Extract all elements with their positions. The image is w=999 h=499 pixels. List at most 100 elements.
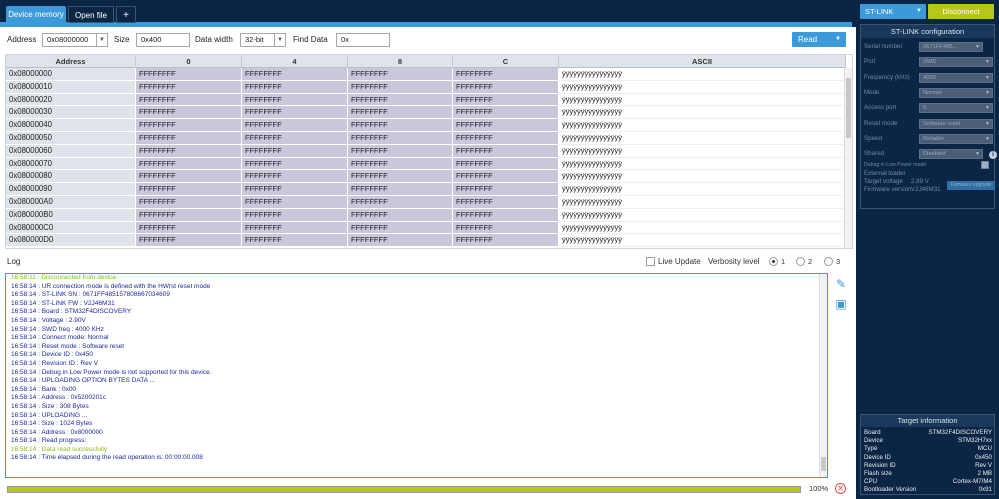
memory-cell[interactable]: FFFFFFFF (348, 131, 453, 145)
memory-cell[interactable]: FFFFFFFF (136, 131, 242, 145)
debug-low-power-checkbox[interactable] (981, 161, 989, 169)
size-input[interactable]: 0x400 (136, 33, 190, 47)
memory-cell[interactable]: FFFFFFFF (453, 221, 559, 235)
memory-cell[interactable]: FFFFFFFF (136, 68, 242, 81)
read-button[interactable]: Read ▼ (792, 32, 846, 47)
memory-cell[interactable]: FFFFFFFF (453, 195, 559, 209)
memory-cell[interactable]: FFFFFFFF (242, 170, 348, 184)
memory-cell[interactable]: FFFFFFFF (453, 68, 559, 81)
config-select[interactable]: 0 ▼ (919, 103, 993, 114)
radio-selected-icon[interactable] (769, 257, 778, 266)
interface-select[interactable]: ST-LINK ▼ (860, 4, 926, 19)
memory-cell[interactable]: FFFFFFFF (136, 221, 242, 235)
chevron-down-icon[interactable]: ▼ (975, 43, 980, 51)
clear-log-icon[interactable]: ✎ (834, 277, 848, 291)
memory-cell[interactable]: FFFFFFFF (242, 195, 348, 209)
memory-cell[interactable]: FFFFFFFF (136, 119, 242, 132)
tab-device-memory[interactable]: Device memory (6, 6, 66, 23)
log-scrollbar[interactable] (819, 274, 827, 477)
config-select[interactable]: 0671FF485... ▼ (919, 42, 983, 52)
chevron-down-icon[interactable]: ▼ (96, 34, 107, 46)
memory-cell[interactable]: FFFFFFFF (136, 157, 242, 171)
memory-cell[interactable]: FFFFFFFF (242, 80, 348, 94)
chevron-down-icon[interactable]: ▼ (835, 32, 841, 47)
memory-cell[interactable]: FFFFFFFF (453, 144, 559, 158)
memory-cell[interactable]: FFFFFFFF (348, 234, 453, 248)
memory-cell[interactable]: FFFFFFFF (136, 183, 242, 196)
chevron-down-icon[interactable]: ▼ (985, 89, 990, 97)
memory-cell[interactable]: FFFFFFFF (136, 80, 242, 94)
verbosity-radio-3[interactable]: 3 (824, 257, 840, 266)
memory-cell[interactable]: FFFFFFFF (453, 183, 559, 196)
memory-cell[interactable]: FFFFFFFF (136, 106, 242, 120)
memory-cell[interactable]: FFFFFFFF (242, 234, 348, 248)
memory-cell[interactable]: FFFFFFFF (348, 183, 453, 196)
memory-cell[interactable]: FFFFFFFF (136, 195, 242, 209)
memory-cell[interactable]: FFFFFFFF (348, 68, 453, 81)
scrollbar-thumb[interactable] (821, 457, 826, 471)
memory-cell[interactable]: FFFFFFFF (348, 170, 453, 184)
memory-cell[interactable]: FFFFFFFF (453, 131, 559, 145)
memory-cell[interactable]: FFFFFFFF (242, 208, 348, 222)
config-select[interactable]: Disabled ▼ (919, 149, 983, 160)
chevron-down-icon[interactable]: ▼ (975, 150, 980, 158)
memory-cell[interactable]: FFFFFFFF (453, 170, 559, 184)
memory-cell[interactable]: FFFFFFFF (242, 106, 348, 120)
memory-cell[interactable]: FFFFFFFF (453, 234, 559, 248)
memory-cell[interactable]: FFFFFFFF (453, 119, 559, 132)
memory-cell[interactable]: FFFFFFFF (242, 131, 348, 145)
table-scrollbar[interactable] (844, 68, 852, 248)
log-output[interactable]: 16:58:11 : Disconnected from device. 16:5… (5, 273, 828, 478)
firmware-upgrade-button[interactable]: Firmware upgrade (947, 181, 995, 190)
disconnect-button[interactable]: Disconnect (928, 4, 994, 19)
live-update-toggle[interactable]: Live Update (646, 257, 701, 266)
memory-cell[interactable]: FFFFFFFF (453, 93, 559, 107)
memory-cell[interactable]: FFFFFFFF (242, 221, 348, 235)
add-tab-button[interactable]: + (116, 6, 136, 23)
address-combo[interactable]: 0x08000000 ▼ (42, 33, 108, 47)
chevron-down-icon[interactable]: ▼ (985, 104, 990, 112)
memory-cell[interactable]: FFFFFFFF (348, 144, 453, 158)
memory-cell[interactable]: FFFFFFFF (136, 234, 242, 248)
info-icon[interactable]: i (989, 151, 997, 159)
memory-cell[interactable]: FFFFFFFF (242, 183, 348, 196)
config-select[interactable]: Reliable ▼ (919, 133, 993, 144)
save-log-icon[interactable]: ▣ (834, 297, 848, 311)
tab-open-file[interactable]: Open file (68, 6, 114, 23)
config-select[interactable]: Normal ▼ (919, 87, 993, 98)
memory-cell[interactable]: FFFFFFFF (242, 157, 348, 171)
memory-cell[interactable]: FFFFFFFF (453, 208, 559, 222)
config-select[interactable]: 4000 ▼ (919, 72, 993, 83)
memory-cell[interactable]: FFFFFFFF (348, 93, 453, 107)
memory-cell[interactable]: FFFFFFFF (453, 80, 559, 94)
memory-cell[interactable]: FFFFFFFF (242, 119, 348, 132)
config-select[interactable]: SWD ▼ (919, 57, 993, 68)
radio-icon[interactable] (796, 257, 805, 266)
data-width-select[interactable]: 32-bit ▼ (240, 33, 286, 47)
memory-cell[interactable]: FFFFFFFF (348, 106, 453, 120)
chevron-down-icon[interactable]: ▼ (985, 120, 990, 128)
memory-cell[interactable]: FFFFFFFF (348, 195, 453, 209)
chevron-down-icon[interactable]: ▼ (985, 135, 990, 143)
memory-cell[interactable]: FFFFFFFF (348, 208, 453, 222)
chevron-down-icon[interactable]: ▼ (985, 74, 990, 82)
radio-icon[interactable] (824, 257, 833, 266)
memory-cell[interactable]: FFFFFFFF (136, 144, 242, 158)
verbosity-radio-2[interactable]: 2 (796, 257, 812, 266)
memory-cell[interactable]: FFFFFFFF (348, 221, 453, 235)
memory-cell[interactable]: FFFFFFFF (136, 170, 242, 184)
find-data-input[interactable]: 0x (336, 33, 390, 47)
memory-cell[interactable]: FFFFFFFF (136, 93, 242, 107)
live-update-checkbox[interactable] (646, 257, 655, 266)
memory-cell[interactable]: FFFFFFFF (348, 80, 453, 94)
memory-cell[interactable]: FFFFFFFF (242, 68, 348, 81)
memory-cell[interactable]: FFFFFFFF (242, 93, 348, 107)
chevron-down-icon[interactable]: ▼ (985, 58, 990, 66)
memory-cell[interactable]: FFFFFFFF (348, 119, 453, 132)
chevron-down-icon[interactable]: ▼ (916, 4, 922, 19)
memory-cell[interactable]: FFFFFFFF (453, 106, 559, 120)
memory-cell[interactable]: FFFFFFFF (348, 157, 453, 171)
config-select[interactable]: Software reset ▼ (919, 118, 993, 129)
chevron-down-icon[interactable]: ▼ (274, 34, 285, 46)
memory-cell[interactable]: FFFFFFFF (453, 157, 559, 171)
